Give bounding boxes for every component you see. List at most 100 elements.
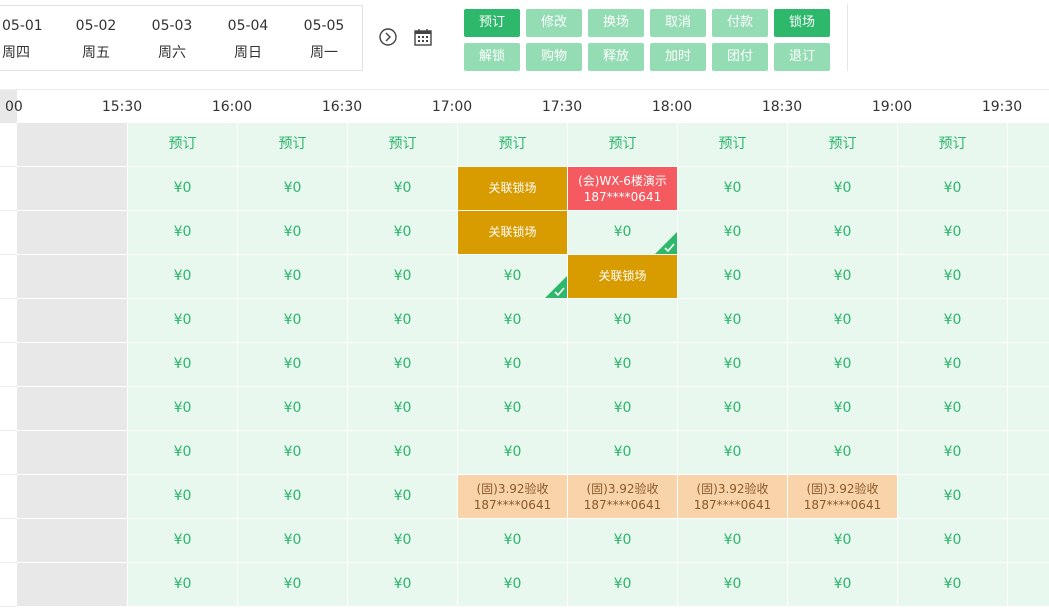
price-slot[interactable]: ¥0 — [898, 211, 1008, 255]
price-slot[interactable]: ¥0 — [788, 563, 898, 607]
book-slot[interactable]: 预订 — [678, 123, 788, 167]
price-slot[interactable]: ¥0 — [898, 255, 1008, 299]
price-slot[interactable]: ¥0 — [788, 167, 898, 211]
price-slot[interactable]: ¥0 — [128, 167, 238, 211]
price-slot[interactable]: ¥0 — [568, 211, 678, 255]
price-slot[interactable]: ¥0 — [348, 211, 458, 255]
booked-slot[interactable]: (固)3.92验收 187****0641 — [568, 475, 678, 519]
price-slot[interactable]: ¥0 — [238, 167, 348, 211]
price-slot[interactable]: ¥0 — [238, 519, 348, 563]
price-slot[interactable]: ¥0 — [788, 255, 898, 299]
price-slot[interactable]: ¥0 — [458, 255, 568, 299]
price-slot[interactable]: ¥0 — [128, 519, 238, 563]
price-slot[interactable]: ¥0 — [568, 431, 678, 475]
price-slot[interactable]: ¥0 — [458, 519, 568, 563]
price-slot[interactable]: ¥0 — [458, 299, 568, 343]
book-slot[interactable]: 预订 — [348, 123, 458, 167]
price-slot[interactable]: ¥0 — [128, 255, 238, 299]
calendar-icon[interactable] — [412, 26, 434, 48]
price-slot[interactable]: ¥0 — [788, 519, 898, 563]
locked-slot[interactable]: 关联锁场 — [458, 167, 568, 211]
price-slot[interactable]: ¥0 — [898, 475, 1008, 519]
price-slot[interactable]: ¥0 — [788, 343, 898, 387]
price-slot[interactable]: ¥0 — [348, 167, 458, 211]
book-slot[interactable]: 预订 — [238, 123, 348, 167]
price-slot[interactable]: ¥0 — [898, 563, 1008, 607]
price-slot[interactable]: ¥0 — [678, 431, 788, 475]
locked-slot[interactable]: 关联锁场 — [458, 211, 568, 255]
booked-slot[interactable]: (会)WX-6楼演示 187****0641 — [568, 167, 678, 211]
action-button-4[interactable]: 付款 — [712, 9, 768, 37]
book-slot[interactable]: 预订 — [458, 123, 568, 167]
action-button-8[interactable]: 释放 — [588, 43, 644, 71]
price-slot[interactable]: ¥0 — [898, 431, 1008, 475]
price-slot[interactable]: ¥0 — [678, 167, 788, 211]
book-slot[interactable]: 预订 — [788, 123, 898, 167]
price-slot[interactable]: ¥0 — [678, 299, 788, 343]
price-slot[interactable]: ¥0 — [348, 299, 458, 343]
action-button-10[interactable]: 团付 — [712, 43, 768, 71]
price-slot[interactable]: ¥0 — [238, 255, 348, 299]
price-slot[interactable]: ¥0 — [678, 519, 788, 563]
price-slot[interactable]: ¥0 — [898, 387, 1008, 431]
price-slot[interactable]: ¥0 — [678, 387, 788, 431]
price-slot[interactable]: ¥0 — [238, 475, 348, 519]
price-slot[interactable]: ¥0 — [348, 387, 458, 431]
price-slot[interactable]: ¥0 — [348, 343, 458, 387]
action-button-7[interactable]: 购物 — [526, 43, 582, 71]
price-slot[interactable]: ¥0 — [238, 343, 348, 387]
price-slot[interactable]: ¥0 — [128, 475, 238, 519]
date-tab-1[interactable]: 05-02 周五 — [58, 5, 135, 71]
price-slot[interactable]: ¥0 — [458, 563, 568, 607]
price-slot[interactable]: ¥0 — [348, 563, 458, 607]
price-slot[interactable]: ¥0 — [238, 431, 348, 475]
price-slot[interactable]: ¥0 — [238, 211, 348, 255]
date-tab-0[interactable]: 05-01 周四 — [0, 5, 59, 71]
price-slot[interactable]: ¥0 — [678, 255, 788, 299]
book-slot[interactable]: 预订 — [128, 123, 238, 167]
price-slot[interactable]: ¥0 — [788, 299, 898, 343]
price-slot[interactable]: ¥0 — [568, 343, 678, 387]
price-slot[interactable]: ¥0 — [898, 167, 1008, 211]
price-slot[interactable]: ¥0 — [898, 519, 1008, 563]
price-slot[interactable]: ¥0 — [128, 299, 238, 343]
price-slot[interactable]: ¥0 — [568, 563, 678, 607]
action-button-6[interactable]: 解锁 — [464, 43, 520, 71]
price-slot[interactable]: ¥0 — [348, 475, 458, 519]
price-slot[interactable]: ¥0 — [568, 387, 678, 431]
action-button-0[interactable]: 预订 — [464, 9, 520, 37]
date-tab-3[interactable]: 05-04 周日 — [210, 5, 287, 71]
price-slot[interactable]: ¥0 — [678, 343, 788, 387]
price-slot[interactable]: ¥0 — [458, 431, 568, 475]
price-slot[interactable]: ¥0 — [568, 519, 678, 563]
circle-chevron-right-icon[interactable] — [377, 26, 399, 48]
price-slot[interactable]: ¥0 — [788, 387, 898, 431]
action-button-3[interactable]: 取消 — [650, 9, 706, 37]
book-slot[interactable]: 预订 — [568, 123, 678, 167]
price-slot[interactable]: ¥0 — [458, 387, 568, 431]
price-slot[interactable]: ¥0 — [128, 211, 238, 255]
action-button-9[interactable]: 加时 — [650, 43, 706, 71]
price-slot[interactable]: ¥0 — [128, 563, 238, 607]
price-slot[interactable]: ¥0 — [898, 299, 1008, 343]
action-button-2[interactable]: 换场 — [588, 9, 644, 37]
price-slot[interactable]: ¥0 — [238, 299, 348, 343]
price-slot[interactable]: ¥0 — [788, 431, 898, 475]
price-slot[interactable]: ¥0 — [128, 387, 238, 431]
price-slot[interactable]: ¥0 — [898, 343, 1008, 387]
date-tab-4[interactable]: 05-05 周一 — [286, 5, 363, 71]
price-slot[interactable]: ¥0 — [678, 563, 788, 607]
action-button-5[interactable]: 锁场 — [774, 9, 830, 37]
price-slot[interactable]: ¥0 — [348, 431, 458, 475]
price-slot[interactable]: ¥0 — [238, 387, 348, 431]
price-slot[interactable]: ¥0 — [238, 563, 348, 607]
price-slot[interactable]: ¥0 — [568, 299, 678, 343]
booked-slot[interactable]: (固)3.92验收 187****0641 — [788, 475, 898, 519]
price-slot[interactable]: ¥0 — [128, 431, 238, 475]
price-slot[interactable]: ¥0 — [128, 343, 238, 387]
locked-slot[interactable]: 关联锁场 — [568, 255, 678, 299]
action-button-1[interactable]: 修改 — [526, 9, 582, 37]
booked-slot[interactable]: (固)3.92验收 187****0641 — [678, 475, 788, 519]
price-slot[interactable]: ¥0 — [788, 211, 898, 255]
action-button-11[interactable]: 退订 — [774, 43, 830, 71]
